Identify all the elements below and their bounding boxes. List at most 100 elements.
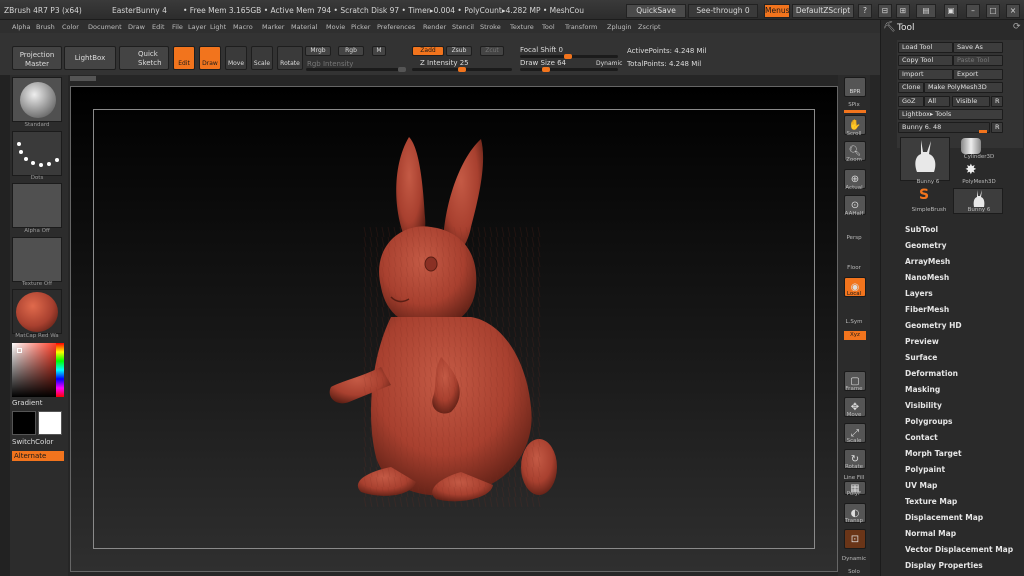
mrgb-button[interactable]: Mrgb	[305, 46, 331, 56]
gradient-label[interactable]: Gradient	[12, 399, 42, 407]
subpalette-geometry[interactable]: Geometry	[905, 241, 946, 250]
subpalette-masking[interactable]: Masking	[905, 385, 940, 394]
menu-brush[interactable]: Brush	[36, 23, 55, 31]
load-tool-button[interactable]: Load Tool	[898, 42, 953, 53]
tool-palette-icon[interactable]: ⛏	[883, 22, 896, 33]
stroke-selector[interactable]	[12, 131, 62, 176]
minimize-icon[interactable]: –	[966, 4, 980, 18]
menu-transform[interactable]: Transform	[565, 23, 597, 31]
rgb-intensity-slider[interactable]: Rgb Intensity	[307, 60, 353, 68]
canvas-tab[interactable]	[70, 76, 96, 81]
move-button[interactable]: Move	[225, 46, 247, 70]
quicksave-button[interactable]: QuickSave	[626, 4, 686, 18]
menu-marker[interactable]: Marker	[262, 23, 284, 31]
subpalette-deformation[interactable]: Deformation	[905, 369, 958, 378]
focal-shift-slider[interactable]	[520, 54, 618, 59]
subpalette-polypaint[interactable]: Polypaint	[905, 465, 945, 474]
menus-button[interactable]: Menus	[764, 4, 790, 18]
switchcolor-button[interactable]: SwitchColor	[12, 438, 53, 446]
menu-alpha[interactable]: Alpha	[12, 23, 30, 31]
save-layout-icon[interactable]: ▣	[944, 4, 958, 18]
subpalette-normal-map[interactable]: Normal Map	[905, 529, 956, 538]
hue-strip[interactable]	[56, 343, 64, 397]
subpalette-visibility[interactable]: Visibility	[905, 401, 942, 410]
menu-file[interactable]: File	[172, 23, 183, 31]
subpalette-vector-displacement-map[interactable]: Vector Displacement Map	[905, 545, 1013, 554]
bpr-button[interactable]: BPR	[844, 77, 866, 97]
paste-tool-button[interactable]: Paste Tool	[953, 55, 1003, 66]
color-picker[interactable]	[12, 343, 64, 397]
see-through-slider[interactable]: See-through 0	[688, 4, 758, 18]
scale-button[interactable]: Scale	[251, 46, 273, 70]
zsub-button[interactable]: Zsub	[446, 46, 472, 56]
draw-size-slider[interactable]	[520, 67, 618, 72]
menu-layer[interactable]: Layer	[188, 23, 206, 31]
help-icon[interactable]: ?	[858, 4, 872, 18]
subpalette-fibermesh[interactable]: FiberMesh	[905, 305, 949, 314]
subpalette-morph-target[interactable]: Morph Target	[905, 449, 962, 458]
subpalette-layers[interactable]: Layers	[905, 289, 933, 298]
projection-master-button[interactable]: Projection Master	[12, 46, 62, 70]
rgb-button[interactable]: Rgb	[338, 46, 364, 56]
quick-sketch-button[interactable]: Quick Sketch	[119, 46, 169, 70]
all-button[interactable]: All	[924, 96, 950, 107]
maximize-icon[interactable]: □	[986, 4, 1000, 18]
subpalette-subtool[interactable]: SubTool	[905, 225, 938, 234]
subpalette-texture-map[interactable]: Texture Map	[905, 497, 957, 506]
rgb-intensity-track[interactable]	[306, 67, 406, 72]
menu-picker[interactable]: Picker	[351, 23, 370, 31]
tool-thumb-bunny[interactable]	[900, 137, 950, 181]
close-icon[interactable]: ×	[1006, 4, 1020, 18]
subpalette-arraymesh[interactable]: ArrayMesh	[905, 257, 950, 266]
menu-macro[interactable]: Macro	[233, 23, 253, 31]
z-intensity-slider[interactable]	[412, 67, 512, 72]
layout-icon-2[interactable]: ⊞	[896, 4, 910, 18]
menu-zscript[interactable]: Zscript	[638, 23, 661, 31]
lsym-button[interactable]: L.Sym	[838, 319, 870, 325]
texture-selector[interactable]	[12, 237, 62, 282]
goz-button[interactable]: GoZ	[898, 96, 924, 107]
color-cursor[interactable]	[17, 348, 22, 353]
subpalette-uv-map[interactable]: UV Map	[905, 481, 937, 490]
dynamic-toggle[interactable]: Dynamic	[596, 60, 622, 67]
menu-color[interactable]: Color	[62, 23, 79, 31]
m-button[interactable]: M	[372, 46, 386, 56]
secondary-color-swatch[interactable]	[12, 411, 36, 435]
material-selector[interactable]	[12, 289, 62, 334]
menu-render[interactable]: Render	[423, 23, 446, 31]
dynamic-icon[interactable]: ⊡	[844, 529, 866, 549]
layout-icon[interactable]: ⊟	[878, 4, 892, 18]
spix-slider[interactable]: SPix	[838, 102, 870, 108]
menu-zplugin[interactable]: Zplugin	[607, 23, 632, 31]
menu-light[interactable]: Light	[210, 23, 226, 31]
menu-material[interactable]: Material	[291, 23, 317, 31]
subpalette-geometry-hd[interactable]: Geometry HD	[905, 321, 962, 330]
subpalette-surface[interactable]: Surface	[905, 353, 937, 362]
menu-stencil[interactable]: Stencil	[452, 23, 474, 31]
xyz-button[interactable]: Xyz	[844, 331, 866, 340]
solo-label[interactable]: Solo	[838, 569, 870, 575]
make-polymesh3d-button[interactable]: Make PolyMesh3D	[924, 82, 1003, 93]
brush-selector[interactable]	[12, 77, 62, 122]
floor-button[interactable]: Floor	[838, 265, 870, 271]
subpalette-contact[interactable]: Contact	[905, 433, 938, 442]
zadd-button[interactable]: Zadd	[412, 46, 444, 56]
tool-slider-knob[interactable]	[979, 130, 987, 133]
menu-document[interactable]: Document	[88, 23, 122, 31]
visible-button[interactable]: Visible	[952, 96, 990, 107]
menu-tool[interactable]: Tool	[542, 23, 555, 31]
menu-stroke[interactable]: Stroke	[480, 23, 501, 31]
subpalette-preview[interactable]: Preview	[905, 337, 939, 346]
panel-refresh-icon[interactable]: ⟳	[1013, 22, 1021, 32]
layout-icon-3[interactable]: ▤	[916, 4, 936, 18]
lightbox-button[interactable]: LightBox	[64, 46, 116, 70]
alternate-button[interactable]: Alternate	[12, 451, 64, 461]
cylinder3d-icon[interactable]	[961, 138, 981, 154]
rotate-button[interactable]: Rotate	[277, 46, 303, 70]
draw-button[interactable]: Draw	[199, 46, 221, 70]
export-button[interactable]: Export	[953, 69, 1003, 80]
save-as-button[interactable]: Save As	[953, 42, 1003, 53]
persp-button[interactable]: Persp	[838, 235, 870, 241]
menu-edit[interactable]: Edit	[152, 23, 165, 31]
import-button[interactable]: Import	[898, 69, 953, 80]
